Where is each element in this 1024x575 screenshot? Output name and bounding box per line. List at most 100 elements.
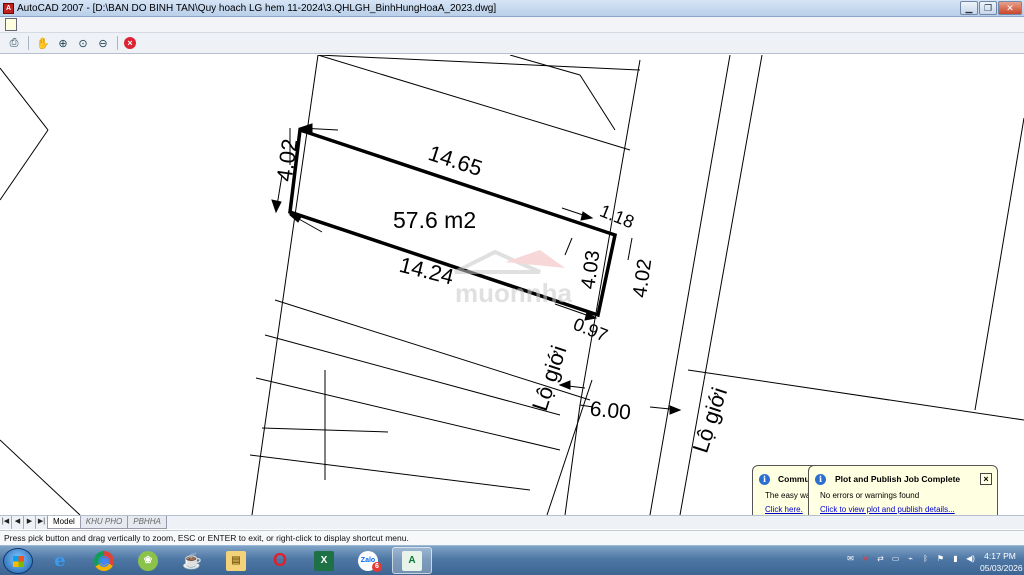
bluetooth-icon[interactable]: ᛒ bbox=[920, 553, 931, 565]
coffee-icon: ☕ bbox=[182, 552, 202, 570]
lot-boundary-line bbox=[317, 55, 631, 151]
dimension-arrowhead bbox=[288, 214, 303, 223]
pan-icon[interactable]: ✋ bbox=[35, 35, 51, 51]
document-icon[interactable] bbox=[5, 18, 17, 31]
dimension-arrowhead bbox=[669, 405, 682, 415]
dimension-outer-right-label: 4.02 bbox=[629, 257, 656, 299]
taskbar-zalo[interactable]: Zalo 6 bbox=[348, 547, 388, 574]
lot-boundary-line bbox=[579, 74, 616, 131]
boundary-line bbox=[0, 129, 49, 201]
clock[interactable]: 4:17 PM 05/03/2026 bbox=[980, 548, 1023, 574]
dimension-bottom-label: 14.24 bbox=[397, 252, 456, 290]
lot-boundary-line bbox=[249, 454, 531, 491]
network-icon[interactable]: ⇄ bbox=[875, 553, 886, 565]
drawing-svg: muonnha 14.65 4.02 57.6 m2 14.24 4.03 4.… bbox=[0, 55, 1024, 515]
tab-pbhha[interactable]: PBHHA bbox=[127, 516, 167, 529]
minimize-button[interactable]: ▁ bbox=[960, 1, 978, 15]
app-icon: ❀ bbox=[138, 550, 158, 571]
zoom-realtime-icon[interactable]: ⊕ bbox=[55, 35, 71, 51]
zoom-window-icon[interactable]: ⊙ bbox=[75, 35, 91, 51]
boundary-line bbox=[0, 439, 81, 515]
flag-icon[interactable]: ⚑ bbox=[935, 553, 946, 565]
first-tab-button[interactable]: |◀ bbox=[0, 516, 12, 529]
prev-tab-button[interactable]: ◀ bbox=[12, 516, 24, 529]
folder-icon: ▤ bbox=[226, 550, 246, 571]
system-tray: ✉ V ⇄ ▭ ⌁ ᛒ ⚑ ▮ ◀) bbox=[845, 553, 976, 565]
clock-time: 4:17 PM bbox=[984, 551, 1016, 561]
signal-icon[interactable]: ▮ bbox=[950, 553, 961, 565]
road-width-label: 6.00 bbox=[589, 397, 632, 424]
lot-boundary-line bbox=[317, 55, 641, 71]
plot-publish-notification[interactable]: i Plot and Publish Job Complete × No err… bbox=[808, 465, 998, 521]
watermark-roof-icon bbox=[505, 250, 565, 268]
plot-icon[interactable]: ⎙ bbox=[6, 35, 22, 51]
watermark-text: muonnha bbox=[455, 278, 573, 308]
v-icon[interactable]: V bbox=[860, 553, 871, 565]
next-tab-button[interactable]: ▶ bbox=[24, 516, 36, 529]
excel-icon: X bbox=[314, 550, 334, 571]
menu-bar bbox=[0, 17, 1024, 33]
toolbar-separator bbox=[28, 36, 29, 50]
dimension-inner-right-label: 4.03 bbox=[577, 249, 604, 291]
notification-link[interactable]: Click here. bbox=[765, 505, 803, 514]
taskbar-excel[interactable]: X bbox=[304, 547, 344, 574]
window-controls: ▁ ❐ ✕ bbox=[960, 1, 1022, 15]
chrome-icon: ◉ bbox=[94, 550, 114, 571]
taskbar-apps: e ◉ ❀ ☕ ▤ O X Zalo 6 A bbox=[40, 547, 432, 574]
tab-khu-pho[interactable]: KHU PHO bbox=[79, 516, 129, 529]
dimension-arrowhead bbox=[558, 380, 571, 390]
notification-title: Commu bbox=[778, 474, 810, 484]
title-bar: A AutoCAD 2007 - [D:\BAN DO BINH TAN\Quy… bbox=[0, 0, 1024, 17]
dimension-arrow bbox=[627, 237, 633, 261]
tab-model[interactable]: Model bbox=[47, 516, 81, 529]
preview-toolbar: ⎙ ✋ ⊕ ⊙ ⊖ × bbox=[0, 33, 1024, 54]
taskbar-autocad[interactable]: A bbox=[392, 547, 432, 574]
lot-boundary-line bbox=[251, 55, 319, 515]
close-icon[interactable]: × bbox=[980, 473, 992, 485]
volume-icon[interactable]: ◀) bbox=[965, 553, 976, 565]
layout-tab-bar: |◀ ◀ ▶ ▶| Model KHU PHO PBHHA bbox=[0, 515, 1024, 529]
dimension-arrow bbox=[564, 237, 573, 256]
notification-title: Plot and Publish Job Complete bbox=[835, 474, 961, 484]
restore-button[interactable]: ❐ bbox=[979, 1, 997, 15]
area-label: 57.6 m2 bbox=[393, 207, 476, 233]
road-label-right: Lộ giới bbox=[688, 384, 732, 455]
taskbar-opera[interactable]: O bbox=[260, 547, 300, 574]
dimension-bottom-right-offset-label: 0.97 bbox=[571, 314, 611, 346]
boundary-line bbox=[0, 67, 49, 131]
notification-link[interactable]: Click to view plot and publish details..… bbox=[820, 505, 955, 514]
close-button[interactable]: ✕ bbox=[998, 1, 1022, 15]
zalo-badge: 6 bbox=[372, 562, 382, 572]
drawing-canvas[interactable]: muonnha 14.65 4.02 57.6 m2 14.24 4.03 4.… bbox=[0, 55, 1024, 515]
taskbar-chrome[interactable]: ◉ bbox=[84, 547, 124, 574]
lot-boundary-line bbox=[509, 55, 581, 76]
dimension-left-label: 4.02 bbox=[272, 137, 303, 183]
dimension-top-right-offset-label: 1.18 bbox=[597, 201, 637, 233]
taskbar-ie[interactable]: e bbox=[40, 547, 80, 574]
lot-boundary-line bbox=[255, 377, 561, 451]
window-title: AutoCAD 2007 - [D:\BAN DO BINH TAN\Quy h… bbox=[17, 3, 497, 14]
taskbar-coffee[interactable]: ☕ bbox=[172, 547, 212, 574]
notification-message: No errors or warnings found bbox=[820, 491, 920, 500]
taskbar-folder[interactable]: ▤ bbox=[216, 547, 256, 574]
info-icon: i bbox=[815, 474, 826, 485]
taskbar: e ◉ ❀ ☕ ▤ O X Zalo 6 A ✉ V ⇄ ▭ ⌁ ᛒ ⚑ ▮ ◀)… bbox=[0, 545, 1024, 575]
mail-icon[interactable]: ✉ bbox=[845, 553, 856, 565]
notification-message: The easy wa bbox=[765, 491, 811, 500]
close-preview-icon[interactable]: × bbox=[124, 37, 136, 49]
start-button[interactable] bbox=[3, 548, 33, 574]
taskbar-app[interactable]: ❀ bbox=[128, 547, 168, 574]
dimension-arrowhead bbox=[271, 199, 282, 214]
toolbar-separator bbox=[117, 36, 118, 50]
monitor-icon[interactable]: ▭ bbox=[890, 553, 901, 565]
zoom-previous-icon[interactable]: ⊖ bbox=[95, 35, 111, 51]
road-label-left: Lộ giới bbox=[527, 342, 571, 413]
info-icon: i bbox=[759, 474, 770, 485]
road-edge-line bbox=[974, 117, 1024, 411]
lot-boundary-line bbox=[687, 369, 1024, 421]
autocad-icon[interactable]: A bbox=[3, 3, 14, 14]
clock-date: 05/03/2026 bbox=[980, 563, 1023, 573]
watermark: muonnha bbox=[454, 249, 573, 308]
usb-icon[interactable]: ⌁ bbox=[905, 553, 916, 565]
dimension-arrowhead bbox=[580, 211, 594, 221]
